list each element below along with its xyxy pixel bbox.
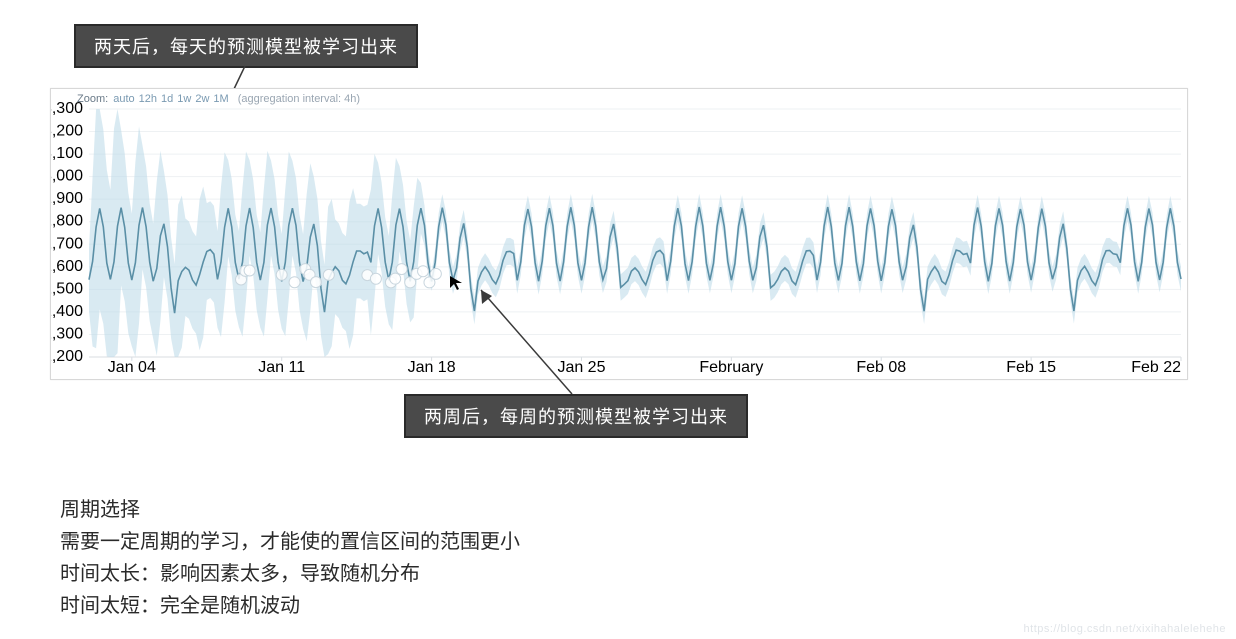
y-tick: 3,200 [51,123,83,140]
y-tick: 3,000 [51,168,83,185]
anomaly-marker [430,268,441,279]
anomaly-marker [244,265,255,276]
callout-top: 两天后，每天的预测模型被学习出来 [74,24,418,68]
anomaly-marker [310,277,321,288]
y-tick: 2,800 [51,213,83,230]
x-tick: Feb 08 [856,359,906,376]
note-line-4: 时间太短：完全是随机波动 [60,590,520,622]
x-tick: Feb 15 [1006,359,1056,376]
anomaly-marker [289,277,300,288]
callout-bottom: 两周后，每周的预测模型被学习出来 [404,394,748,438]
y-tick: 2,600 [51,258,83,275]
anomaly-marker [276,269,287,280]
y-tick: 3,300 [51,100,83,117]
chart-panel: Zoom: auto12h1d1w2w1M (aggregation inter… [50,88,1188,380]
confidence-band [89,109,1181,357]
x-tick: Feb 22 [1131,359,1181,376]
callout-bottom-text: 两周后，每周的预测模型被学习出来 [424,403,728,429]
watermark: https://blog.csdn.net/xixihahalelehehe [1024,623,1226,635]
x-tick: Jan 04 [108,359,156,376]
note-line-1: 周期选择 [60,494,520,526]
x-tick: Jan 18 [408,359,456,376]
y-tick: 2,500 [51,280,83,297]
y-tick: 2,700 [51,235,83,252]
y-tick: 2,300 [51,325,83,342]
notes-block: 周期选择 需要一定周期的学习，才能使的置信区间的范围更小 时间太长：影响因素太多… [60,494,520,622]
anomaly-marker [323,269,334,280]
anomaly-marker [396,264,407,275]
x-tick: Jan 25 [557,359,605,376]
x-tick: Jan 11 [258,359,305,376]
anomaly-marker [418,266,429,277]
note-line-3: 时间太长：影响因素太多，导致随机分布 [60,558,520,590]
anomaly-marker [390,273,401,284]
callout-top-text: 两天后，每天的预测模型被学习出来 [94,33,398,59]
anomaly-marker [370,273,381,284]
y-tick: 2,200 [51,348,83,365]
y-tick: 3,100 [51,145,83,162]
y-tick: 2,400 [51,303,83,320]
note-line-2: 需要一定周期的学习，才能使的置信区间的范围更小 [60,526,520,558]
timeseries-chart: 3,300 3,200 3,100 3,000 2,900 2,800 2,700 2,600… [51,89,1187,379]
y-tick: 2,900 [51,190,83,207]
x-tick: February [699,359,763,376]
